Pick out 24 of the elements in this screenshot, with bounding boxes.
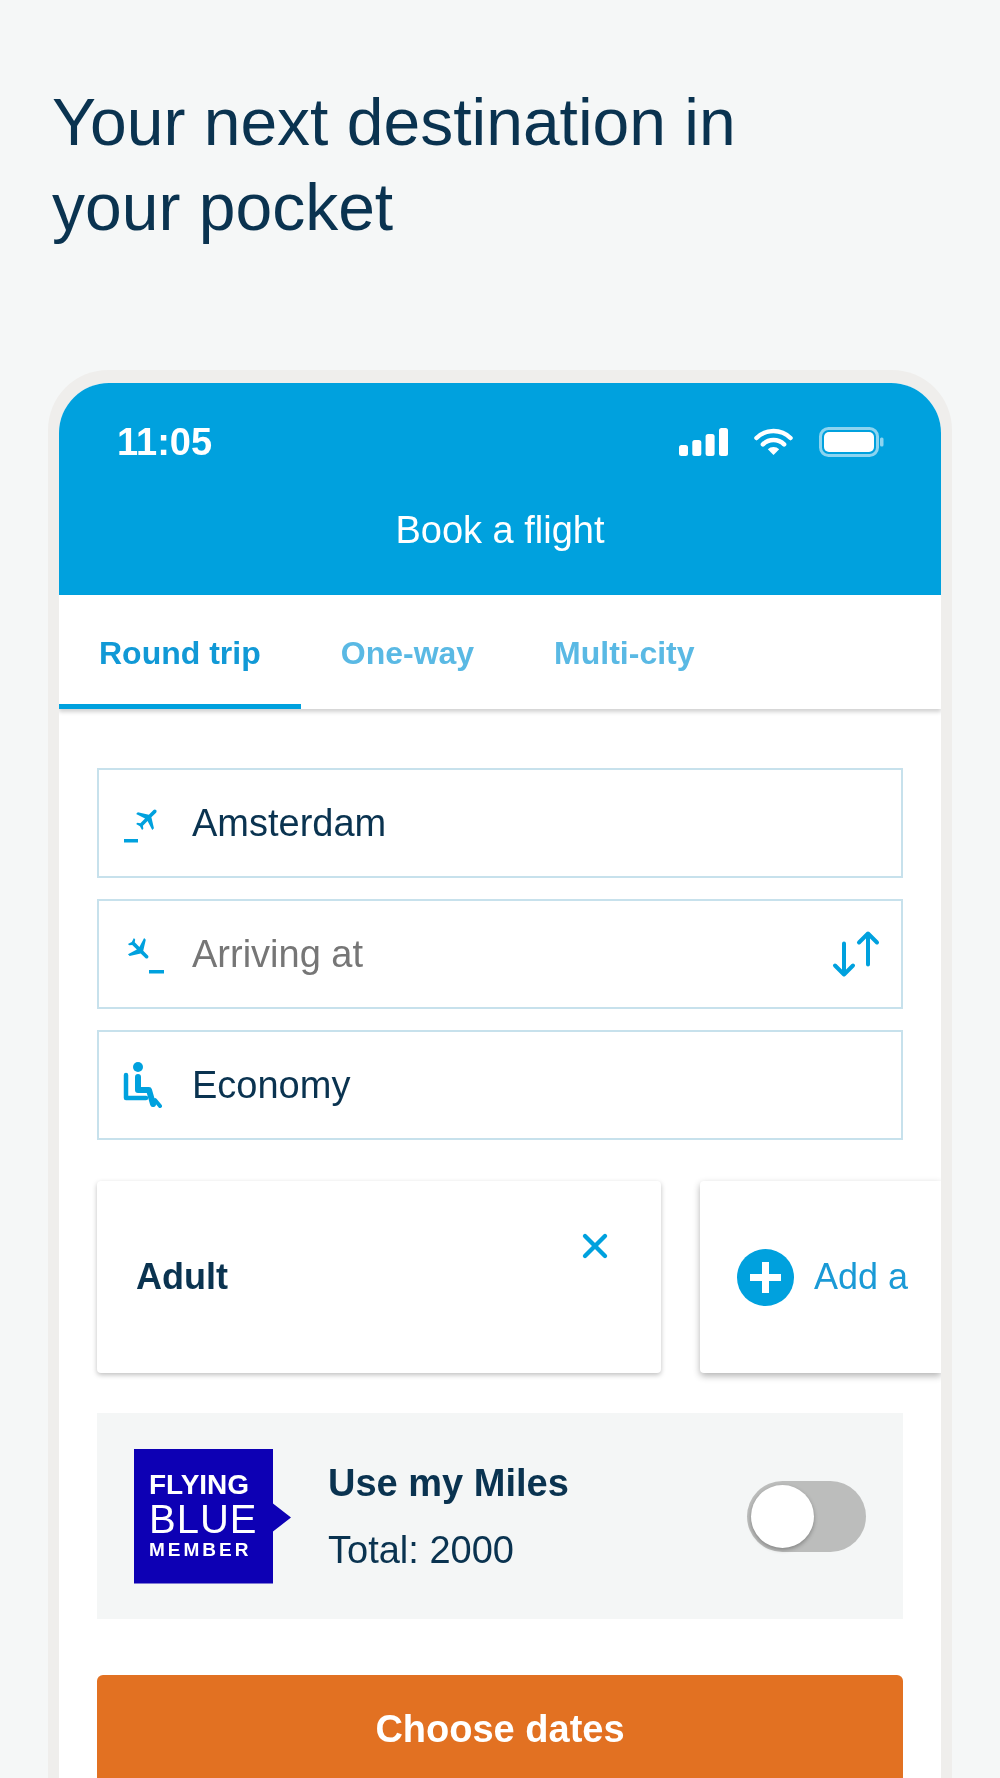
battery-icon xyxy=(819,427,884,457)
swap-icon xyxy=(830,930,882,978)
seat-icon xyxy=(122,1062,162,1108)
logo-text: BLUE xyxy=(149,1500,258,1538)
logo-text: FLYING xyxy=(149,1470,250,1500)
passenger-type: Adult xyxy=(136,1255,228,1299)
cabin-class-field[interactable]: Economy xyxy=(97,1030,903,1140)
header-title: Book a flight xyxy=(395,508,605,553)
miles-title: Use my Miles xyxy=(328,1460,569,1506)
status-time: 11:05 xyxy=(117,420,213,465)
page-heading: Your next destination in your pocket xyxy=(52,84,737,246)
arrival-field[interactable]: Arriving at xyxy=(97,899,903,1009)
choose-dates-button[interactable]: Choose dates xyxy=(97,1675,903,1778)
departure-field[interactable]: Amsterdam xyxy=(97,768,903,878)
trip-type-tab[interactable]: One-way xyxy=(300,595,515,709)
signal-icon xyxy=(679,428,728,456)
swap-button[interactable] xyxy=(830,930,882,978)
logo-text: MEMBER xyxy=(149,1538,252,1562)
trip-type-tab[interactable]: Round trip xyxy=(59,595,301,709)
plus-icon xyxy=(737,1248,794,1306)
miles-total: Total: 2000 xyxy=(328,1527,514,1573)
add-passenger-button[interactable]: Add a xyxy=(700,1181,941,1373)
wifi-icon xyxy=(754,428,793,456)
trip-type-tab[interactable]: Multi-city xyxy=(514,595,735,709)
